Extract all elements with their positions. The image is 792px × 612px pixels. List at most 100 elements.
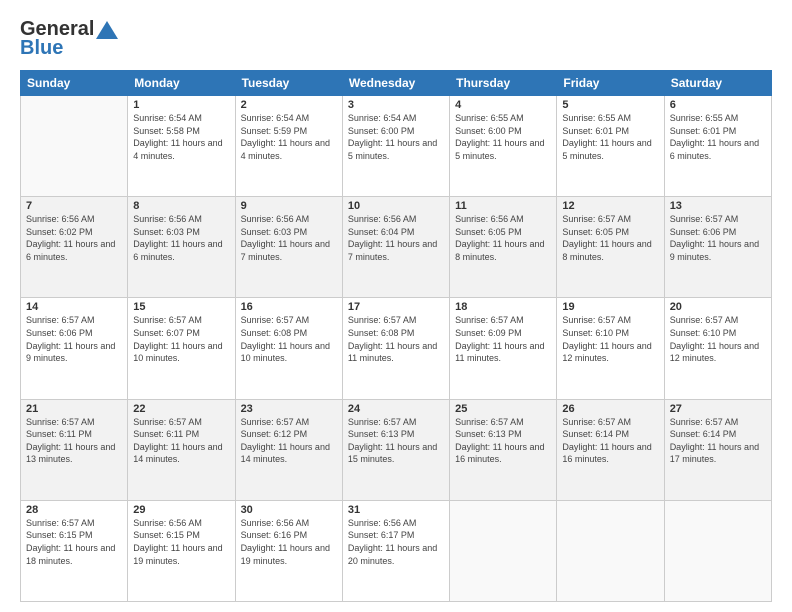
day-number: 1 bbox=[133, 99, 229, 111]
day-number: 13 bbox=[670, 200, 766, 212]
day-number: 25 bbox=[455, 403, 551, 415]
day-header-saturday: Saturday bbox=[664, 71, 771, 96]
logo-blue: Blue bbox=[20, 37, 63, 60]
day-number: 31 bbox=[348, 504, 444, 516]
calendar-cell: 5Sunrise: 6:55 AM Sunset: 6:01 PM Daylig… bbox=[557, 96, 664, 197]
day-info: Sunrise: 6:55 AM Sunset: 6:01 PM Dayligh… bbox=[670, 112, 766, 162]
day-header-thursday: Thursday bbox=[450, 71, 557, 96]
page: General Blue SundayMondayTuesdayWednesda… bbox=[0, 0, 792, 612]
day-number: 2 bbox=[241, 99, 337, 111]
day-number: 29 bbox=[133, 504, 229, 516]
day-info: Sunrise: 6:57 AM Sunset: 6:13 PM Dayligh… bbox=[348, 416, 444, 466]
calendar-cell: 3Sunrise: 6:54 AM Sunset: 6:00 PM Daylig… bbox=[342, 96, 449, 197]
day-number: 22 bbox=[133, 403, 229, 415]
day-number: 18 bbox=[455, 301, 551, 313]
day-number: 7 bbox=[26, 200, 122, 212]
calendar-cell bbox=[664, 500, 771, 601]
calendar-cell: 29Sunrise: 6:56 AM Sunset: 6:15 PM Dayli… bbox=[128, 500, 235, 601]
day-info: Sunrise: 6:57 AM Sunset: 6:05 PM Dayligh… bbox=[562, 213, 658, 263]
calendar-cell: 20Sunrise: 6:57 AM Sunset: 6:10 PM Dayli… bbox=[664, 298, 771, 399]
day-info: Sunrise: 6:55 AM Sunset: 6:00 PM Dayligh… bbox=[455, 112, 551, 162]
day-number: 27 bbox=[670, 403, 766, 415]
day-number: 30 bbox=[241, 504, 337, 516]
day-number: 8 bbox=[133, 200, 229, 212]
calendar-cell bbox=[557, 500, 664, 601]
calendar-table: SundayMondayTuesdayWednesdayThursdayFrid… bbox=[20, 70, 772, 602]
day-info: Sunrise: 6:56 AM Sunset: 6:05 PM Dayligh… bbox=[455, 213, 551, 263]
day-info: Sunrise: 6:57 AM Sunset: 6:12 PM Dayligh… bbox=[241, 416, 337, 466]
calendar-cell: 18Sunrise: 6:57 AM Sunset: 6:09 PM Dayli… bbox=[450, 298, 557, 399]
calendar-cell: 22Sunrise: 6:57 AM Sunset: 6:11 PM Dayli… bbox=[128, 399, 235, 500]
day-number: 26 bbox=[562, 403, 658, 415]
day-number: 5 bbox=[562, 99, 658, 111]
day-info: Sunrise: 6:57 AM Sunset: 6:10 PM Dayligh… bbox=[562, 314, 658, 364]
calendar-cell: 14Sunrise: 6:57 AM Sunset: 6:06 PM Dayli… bbox=[21, 298, 128, 399]
day-number: 14 bbox=[26, 301, 122, 313]
logo-icon bbox=[96, 21, 118, 39]
day-info: Sunrise: 6:56 AM Sunset: 6:04 PM Dayligh… bbox=[348, 213, 444, 263]
calendar-cell: 11Sunrise: 6:56 AM Sunset: 6:05 PM Dayli… bbox=[450, 197, 557, 298]
calendar-cell: 21Sunrise: 6:57 AM Sunset: 6:11 PM Dayli… bbox=[21, 399, 128, 500]
day-info: Sunrise: 6:57 AM Sunset: 6:15 PM Dayligh… bbox=[26, 517, 122, 567]
calendar-cell: 28Sunrise: 6:57 AM Sunset: 6:15 PM Dayli… bbox=[21, 500, 128, 601]
calendar-cell: 13Sunrise: 6:57 AM Sunset: 6:06 PM Dayli… bbox=[664, 197, 771, 298]
calendar-cell: 12Sunrise: 6:57 AM Sunset: 6:05 PM Dayli… bbox=[557, 197, 664, 298]
calendar-cell: 27Sunrise: 6:57 AM Sunset: 6:14 PM Dayli… bbox=[664, 399, 771, 500]
day-info: Sunrise: 6:56 AM Sunset: 6:15 PM Dayligh… bbox=[133, 517, 229, 567]
calendar-cell: 26Sunrise: 6:57 AM Sunset: 6:14 PM Dayli… bbox=[557, 399, 664, 500]
calendar-cell: 4Sunrise: 6:55 AM Sunset: 6:00 PM Daylig… bbox=[450, 96, 557, 197]
day-header-sunday: Sunday bbox=[21, 71, 128, 96]
calendar-cell: 15Sunrise: 6:57 AM Sunset: 6:07 PM Dayli… bbox=[128, 298, 235, 399]
calendar-cell: 30Sunrise: 6:56 AM Sunset: 6:16 PM Dayli… bbox=[235, 500, 342, 601]
calendar-cell bbox=[450, 500, 557, 601]
day-number: 9 bbox=[241, 200, 337, 212]
day-header-friday: Friday bbox=[557, 71, 664, 96]
day-header-wednesday: Wednesday bbox=[342, 71, 449, 96]
day-info: Sunrise: 6:56 AM Sunset: 6:02 PM Dayligh… bbox=[26, 213, 122, 263]
day-info: Sunrise: 6:57 AM Sunset: 6:13 PM Dayligh… bbox=[455, 416, 551, 466]
day-number: 4 bbox=[455, 99, 551, 111]
day-number: 16 bbox=[241, 301, 337, 313]
day-header-tuesday: Tuesday bbox=[235, 71, 342, 96]
week-row-3: 14Sunrise: 6:57 AM Sunset: 6:06 PM Dayli… bbox=[21, 298, 772, 399]
day-info: Sunrise: 6:56 AM Sunset: 6:03 PM Dayligh… bbox=[133, 213, 229, 263]
day-info: Sunrise: 6:57 AM Sunset: 6:11 PM Dayligh… bbox=[26, 416, 122, 466]
calendar-cell: 9Sunrise: 6:56 AM Sunset: 6:03 PM Daylig… bbox=[235, 197, 342, 298]
calendar-cell: 24Sunrise: 6:57 AM Sunset: 6:13 PM Dayli… bbox=[342, 399, 449, 500]
day-info: Sunrise: 6:56 AM Sunset: 6:17 PM Dayligh… bbox=[348, 517, 444, 567]
day-info: Sunrise: 6:56 AM Sunset: 6:16 PM Dayligh… bbox=[241, 517, 337, 567]
calendar-cell: 2Sunrise: 6:54 AM Sunset: 5:59 PM Daylig… bbox=[235, 96, 342, 197]
day-info: Sunrise: 6:57 AM Sunset: 6:06 PM Dayligh… bbox=[670, 213, 766, 263]
week-row-5: 28Sunrise: 6:57 AM Sunset: 6:15 PM Dayli… bbox=[21, 500, 772, 601]
day-number: 24 bbox=[348, 403, 444, 415]
calendar-cell: 31Sunrise: 6:56 AM Sunset: 6:17 PM Dayli… bbox=[342, 500, 449, 601]
day-number: 3 bbox=[348, 99, 444, 111]
calendar-cell: 6Sunrise: 6:55 AM Sunset: 6:01 PM Daylig… bbox=[664, 96, 771, 197]
day-number: 21 bbox=[26, 403, 122, 415]
calendar-cell: 19Sunrise: 6:57 AM Sunset: 6:10 PM Dayli… bbox=[557, 298, 664, 399]
day-number: 19 bbox=[562, 301, 658, 313]
day-info: Sunrise: 6:56 AM Sunset: 6:03 PM Dayligh… bbox=[241, 213, 337, 263]
header-row: SundayMondayTuesdayWednesdayThursdayFrid… bbox=[21, 71, 772, 96]
day-number: 28 bbox=[26, 504, 122, 516]
calendar-cell bbox=[21, 96, 128, 197]
calendar-cell: 8Sunrise: 6:56 AM Sunset: 6:03 PM Daylig… bbox=[128, 197, 235, 298]
day-info: Sunrise: 6:57 AM Sunset: 6:08 PM Dayligh… bbox=[241, 314, 337, 364]
day-number: 12 bbox=[562, 200, 658, 212]
logo: General Blue bbox=[20, 18, 118, 60]
day-info: Sunrise: 6:54 AM Sunset: 5:59 PM Dayligh… bbox=[241, 112, 337, 162]
calendar-cell: 7Sunrise: 6:56 AM Sunset: 6:02 PM Daylig… bbox=[21, 197, 128, 298]
day-number: 6 bbox=[670, 99, 766, 111]
day-info: Sunrise: 6:57 AM Sunset: 6:06 PM Dayligh… bbox=[26, 314, 122, 364]
day-info: Sunrise: 6:54 AM Sunset: 5:58 PM Dayligh… bbox=[133, 112, 229, 162]
day-info: Sunrise: 6:57 AM Sunset: 6:14 PM Dayligh… bbox=[562, 416, 658, 466]
day-info: Sunrise: 6:57 AM Sunset: 6:10 PM Dayligh… bbox=[670, 314, 766, 364]
calendar-cell: 23Sunrise: 6:57 AM Sunset: 6:12 PM Dayli… bbox=[235, 399, 342, 500]
calendar-cell: 25Sunrise: 6:57 AM Sunset: 6:13 PM Dayli… bbox=[450, 399, 557, 500]
day-info: Sunrise: 6:57 AM Sunset: 6:07 PM Dayligh… bbox=[133, 314, 229, 364]
day-info: Sunrise: 6:57 AM Sunset: 6:11 PM Dayligh… bbox=[133, 416, 229, 466]
day-info: Sunrise: 6:54 AM Sunset: 6:00 PM Dayligh… bbox=[348, 112, 444, 162]
day-info: Sunrise: 6:57 AM Sunset: 6:08 PM Dayligh… bbox=[348, 314, 444, 364]
day-number: 15 bbox=[133, 301, 229, 313]
day-number: 23 bbox=[241, 403, 337, 415]
